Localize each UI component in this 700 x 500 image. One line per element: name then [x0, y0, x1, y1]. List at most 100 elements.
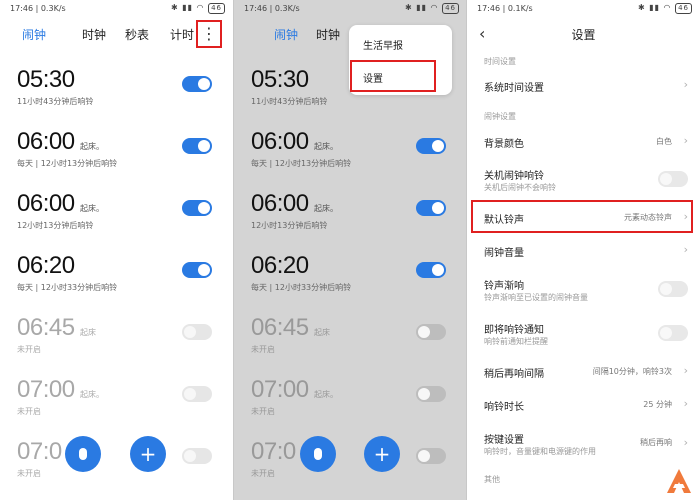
alarm-item[interactable]: 05:30 11小时43分钟后响铃: [0, 66, 233, 126]
alarm-note: 起床。: [314, 390, 338, 399]
alarm-note: 起床。: [80, 142, 104, 151]
alarm-toggle[interactable]: [416, 448, 446, 464]
alarm-time: 06:00: [251, 128, 309, 155]
setting-button-settings[interactable]: 按键设置: [484, 431, 524, 446]
voice-button[interactable]: [65, 436, 101, 472]
mic-icon: [79, 448, 87, 460]
alarm-repeat-info: 未开启: [17, 407, 41, 416]
alarm-repeat-info: 未开启: [17, 469, 41, 478]
alarm-repeat-info: 12小时13分钟后响铃: [251, 221, 328, 230]
alarm-toggle[interactable]: [416, 386, 446, 402]
alarm-note: 起床: [80, 328, 96, 337]
alarm-item[interactable]: 07:00 起床。未开启: [234, 376, 467, 436]
alarm-item[interactable]: 06:20 每天 | 12小时33分钟后响铃: [0, 252, 233, 312]
alarm-toggle[interactable]: [416, 138, 446, 154]
alarm-item[interactable]: 07:0 未开启: [0, 438, 233, 498]
add-alarm-button[interactable]: +: [364, 436, 400, 472]
alarm-time: 07:00: [251, 376, 309, 403]
highlight-box-settings: [350, 60, 436, 92]
alarm-item[interactable]: 06:00 起床。 12小时13分钟后响铃: [0, 190, 233, 250]
tab-clock[interactable]: 时钟: [316, 26, 340, 43]
tab-alarm[interactable]: 闹钟: [22, 26, 46, 43]
add-alarm-button[interactable]: +: [130, 436, 166, 472]
alarm-repeat-info: 每天 | 12小时13分钟后响铃: [17, 159, 118, 168]
alarm-item[interactable]: 06:00 起床。每天 | 12小时13分钟后响铃: [234, 128, 467, 188]
alarm-repeat-info: 每天 | 12小时33分钟后响铃: [251, 283, 352, 292]
alarm-toggle[interactable]: [182, 262, 212, 278]
tab-clock[interactable]: 时钟: [82, 26, 106, 43]
section-label-time: 时间设置: [484, 57, 516, 66]
tab-alarm[interactable]: 闹钟: [274, 26, 298, 43]
chevron-right-icon: ›: [683, 364, 688, 377]
alarm-toggle[interactable]: [416, 262, 446, 278]
alarm-time: 07:0: [17, 438, 62, 465]
alarm-toggle[interactable]: [182, 386, 212, 402]
setting-power-off-alarm-desc: 关机后闹钟不会响铃: [484, 183, 556, 192]
alarm-item[interactable]: 06:00 起床。每天 | 12小时13分钟后响铃: [0, 128, 233, 188]
setting-upcoming-notice-desc: 响铃前通知栏提醒: [484, 337, 548, 346]
alarm-time: 06:45: [251, 314, 309, 341]
setting-alarm-volume[interactable]: 闹钟音量: [484, 244, 524, 259]
setting-ring-duration[interactable]: 响铃时长: [484, 398, 524, 413]
tab-timer[interactable]: 计时: [170, 26, 194, 43]
alarm-note: 起床。: [314, 204, 338, 213]
status-time: 17:46 | 0.3K/s: [10, 4, 66, 13]
power-off-alarm-toggle[interactable]: [658, 171, 688, 187]
setting-snooze[interactable]: 稍后再响间隔: [484, 365, 544, 380]
alarm-item[interactable]: 06:45 起床未开启: [234, 314, 467, 374]
setting-bg-color[interactable]: 背景颜色: [484, 135, 524, 150]
menu-item-daily-news[interactable]: 生活早报: [363, 37, 403, 52]
voice-button[interactable]: [300, 436, 336, 472]
setting-ring-duration-value: 25 分钟: [643, 400, 672, 409]
alarm-repeat-info: 12小时13分钟后响铃: [17, 221, 94, 230]
alarm-toggle[interactable]: [182, 200, 212, 216]
chevron-right-icon: ›: [683, 78, 688, 91]
setting-fade-in-desc: 铃声渐响至已设置的闹钟音量: [484, 293, 588, 302]
alarm-note: 起床。: [314, 142, 338, 151]
setting-button-settings-desc: 响铃时，音量键和电源键的作用: [484, 447, 596, 456]
alarm-list-screen: 17:46 | 0.3K/s ✱ ▮▮ ◠ 46 闹钟 时钟 秒表 计时 ⋮ 0…: [0, 0, 233, 500]
setting-system-time[interactable]: 系统时间设置: [484, 79, 544, 94]
setting-bg-color-value: 白色: [656, 137, 672, 146]
alarm-time: 06:00: [17, 128, 75, 155]
battery-icon: 46: [442, 3, 459, 14]
alarm-item[interactable]: 06:20 每天 | 12小时33分钟后响铃: [234, 252, 467, 312]
alarm-time: 06:45: [17, 314, 75, 341]
alarm-item[interactable]: 06:00 起床。 12小时13分钟后响铃: [234, 190, 467, 250]
battery-icon: 46: [675, 3, 692, 14]
brand-logo-icon: [667, 469, 691, 493]
alarm-toggle[interactable]: [182, 324, 212, 340]
alarm-repeat-info: 每天 | 12小时33分钟后响铃: [17, 283, 118, 292]
tab-stopwatch[interactable]: 秒表: [125, 26, 149, 43]
alarm-time: 06:00: [17, 190, 75, 217]
setting-upcoming-notice: 即将响铃通知: [484, 325, 544, 336]
alarm-item[interactable]: 07:00 起床。 未开启: [0, 376, 233, 436]
alarm-time: 06:00: [251, 190, 309, 217]
status-icons: ✱ ▮▮ ◠ 46: [171, 3, 225, 14]
alarm-repeat-info: 未开启: [251, 469, 275, 478]
alarm-item[interactable]: 06:45 起床未开启: [0, 314, 233, 374]
alarm-item[interactable]: 07:0 未开启: [234, 438, 467, 498]
alarm-repeat-info: 未开启: [17, 345, 41, 354]
alarm-toggle[interactable]: [416, 200, 446, 216]
alarm-repeat-info: 未开启: [251, 345, 275, 354]
alarm-note: 起床: [314, 328, 330, 337]
alarm-repeat-info: 未开启: [251, 407, 275, 416]
alarm-note: 起床。: [80, 390, 104, 399]
alarm-toggle[interactable]: [416, 324, 446, 340]
status-icons: ✱ ▮▮ ◠ 46: [405, 3, 459, 14]
page-title: 设置: [571, 28, 596, 42]
status-bar: 17:46 | 0.1K/s ✱ ▮▮ ◠ 46: [467, 0, 700, 18]
chevron-right-icon: ›: [683, 436, 688, 449]
fade-in-toggle[interactable]: [658, 281, 688, 297]
alarm-toggle[interactable]: [182, 448, 212, 464]
status-time: 17:46 | 0.3K/s: [244, 4, 300, 13]
battery-icon: 46: [208, 3, 225, 14]
alarm-repeat-info: 每天 | 12小时13分钟后响铃: [251, 159, 352, 168]
setting-snooze-value: 间隔10分钟，响铃3次: [592, 367, 672, 376]
chevron-right-icon: ›: [683, 134, 688, 147]
alarm-toggle[interactable]: [182, 76, 212, 92]
alarm-toggle[interactable]: [182, 138, 212, 154]
section-label-other: 其他: [484, 475, 500, 484]
upcoming-notice-toggle[interactable]: [658, 325, 688, 341]
